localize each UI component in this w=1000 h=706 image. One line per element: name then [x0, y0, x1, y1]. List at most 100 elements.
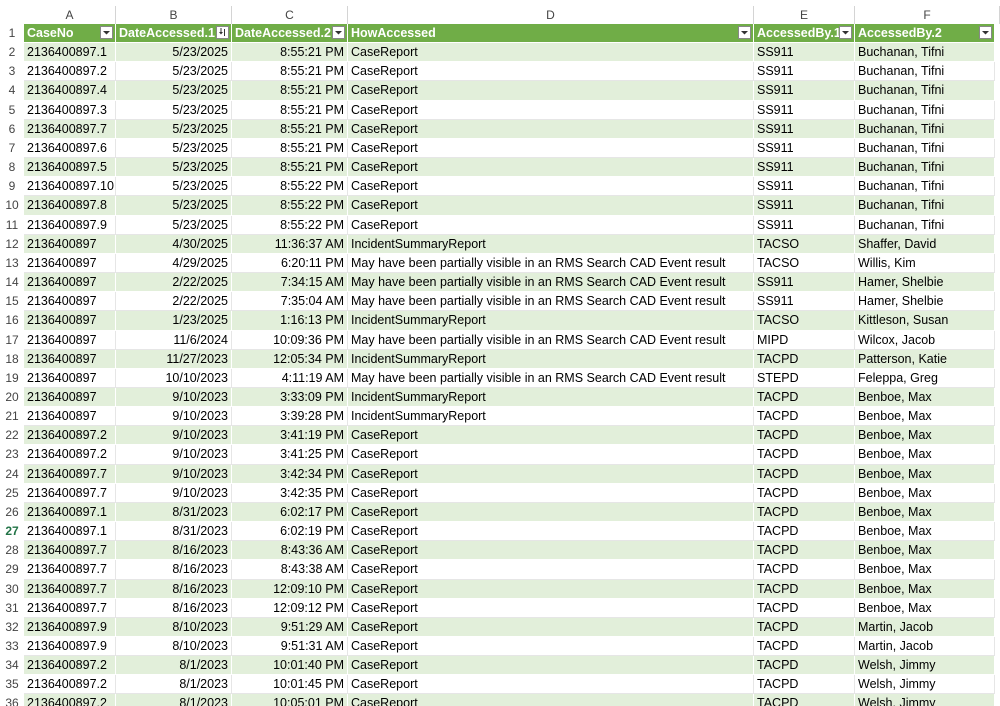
cell-date-accessed-1[interactable]: 9/10/2023 — [116, 445, 232, 465]
cell-how-accessed[interactable]: CaseReport — [348, 656, 754, 676]
row-number[interactable]: 6 — [0, 119, 24, 139]
cell-accessed-by-1[interactable]: SS911 — [754, 119, 855, 139]
cell-caseno[interactable]: 2136400897.3 — [24, 100, 116, 120]
cell-date-accessed-2[interactable]: 1:16:13 PM — [232, 311, 348, 331]
cell-date-accessed-2[interactable]: 4:11:19 AM — [232, 368, 348, 388]
cell-caseno[interactable]: 2136400897 — [24, 368, 116, 388]
cell-date-accessed-2[interactable]: 10:01:40 PM — [232, 656, 348, 676]
cell-caseno[interactable]: 2136400897 — [24, 311, 116, 331]
cell-date-accessed-1[interactable]: 8/1/2023 — [116, 656, 232, 676]
column-header-f[interactable]: F — [855, 6, 1000, 24]
cell-caseno[interactable]: 2136400897.10 — [24, 177, 116, 197]
cell-date-accessed-1[interactable]: 2/22/2025 — [116, 292, 232, 312]
column-header-a[interactable]: A — [24, 6, 116, 24]
cell-caseno[interactable]: 2136400897 — [24, 349, 116, 369]
filter-dropdown-icon[interactable] — [332, 26, 345, 39]
cell-date-accessed-2[interactable]: 6:20:11 PM — [232, 253, 348, 274]
row-number[interactable]: 29 — [0, 560, 24, 580]
row-number[interactable]: 27 — [0, 522, 24, 542]
cell-date-accessed-1[interactable]: 8/31/2023 — [116, 502, 232, 523]
cell-date-accessed-2[interactable]: 8:55:21 PM — [232, 100, 348, 120]
cell-accessed-by-1[interactable]: TACPD — [754, 541, 855, 561]
cell-accessed-by-2[interactable]: Benboe, Max — [855, 522, 995, 542]
cell-how-accessed[interactable]: CaseReport — [348, 158, 754, 178]
cell-date-accessed-1[interactable]: 9/10/2023 — [116, 464, 232, 484]
cell-caseno[interactable]: 2136400897.9 — [24, 617, 116, 637]
cell-accessed-by-2[interactable]: Welsh, Jimmy — [855, 694, 995, 706]
cell-how-accessed[interactable]: CaseReport — [348, 637, 754, 657]
row-number[interactable]: 31 — [0, 598, 24, 618]
header-accessedby-2[interactable]: AccessedBy.2 — [855, 24, 995, 44]
row-number[interactable]: 19 — [0, 368, 24, 388]
cell-date-accessed-2[interactable]: 7:34:15 AM — [232, 273, 348, 293]
cell-how-accessed[interactable]: CaseReport — [348, 464, 754, 484]
cell-caseno[interactable]: 2136400897 — [24, 387, 116, 408]
row-number[interactable]: 14 — [0, 273, 24, 293]
cell-accessed-by-2[interactable]: Buchanan, Tifni — [855, 177, 995, 197]
row-number[interactable]: 3 — [0, 62, 24, 82]
cell-date-accessed-2[interactable]: 6:02:19 PM — [232, 522, 348, 542]
cell-caseno[interactable]: 2136400897 — [24, 292, 116, 312]
filter-dropdown-icon[interactable] — [100, 26, 113, 39]
row-number[interactable]: 35 — [0, 675, 24, 695]
cell-accessed-by-1[interactable]: TACPD — [754, 349, 855, 369]
cell-date-accessed-1[interactable]: 8/10/2023 — [116, 617, 232, 637]
row-number[interactable]: 5 — [0, 100, 24, 120]
cell-date-accessed-2[interactable]: 11:36:37 AM — [232, 234, 348, 254]
cell-date-accessed-1[interactable]: 5/23/2025 — [116, 138, 232, 159]
cell-accessed-by-1[interactable]: SS911 — [754, 81, 855, 101]
cell-how-accessed[interactable]: CaseReport — [348, 598, 754, 618]
cell-accessed-by-1[interactable]: SS911 — [754, 292, 855, 312]
cell-date-accessed-2[interactable]: 3:39:28 PM — [232, 407, 348, 427]
row-number[interactable]: 33 — [0, 637, 24, 657]
row-number[interactable]: 18 — [0, 349, 24, 369]
cell-caseno[interactable]: 2136400897.2 — [24, 656, 116, 676]
cell-date-accessed-2[interactable]: 9:51:31 AM — [232, 637, 348, 657]
cell-date-accessed-1[interactable]: 4/30/2025 — [116, 234, 232, 254]
header-dateaccessed-1[interactable]: DateAccessed.1 — [116, 24, 232, 44]
row-number[interactable]: 15 — [0, 292, 24, 312]
cell-date-accessed-2[interactable]: 8:55:21 PM — [232, 119, 348, 139]
cell-accessed-by-1[interactable]: TACPD — [754, 560, 855, 580]
row-number[interactable]: 34 — [0, 656, 24, 676]
spreadsheet-grid[interactable]: A B C D E F 1 CaseNo DateAccessed.1 Date… — [0, 0, 1000, 706]
cell-how-accessed[interactable]: CaseReport — [348, 483, 754, 503]
cell-date-accessed-1[interactable]: 9/10/2023 — [116, 387, 232, 408]
row-number[interactable]: 28 — [0, 541, 24, 561]
cell-how-accessed[interactable]: CaseReport — [348, 138, 754, 159]
cell-how-accessed[interactable]: IncidentSummaryReport — [348, 311, 754, 331]
cell-date-accessed-2[interactable]: 12:09:12 PM — [232, 598, 348, 618]
cell-accessed-by-1[interactable]: TACPD — [754, 426, 855, 446]
cell-date-accessed-1[interactable]: 8/16/2023 — [116, 560, 232, 580]
cell-accessed-by-2[interactable]: Buchanan, Tifni — [855, 119, 995, 139]
cell-accessed-by-1[interactable]: SS911 — [754, 43, 855, 63]
cell-how-accessed[interactable]: IncidentSummaryReport — [348, 349, 754, 369]
cell-how-accessed[interactable]: IncidentSummaryReport — [348, 407, 754, 427]
cell-caseno[interactable]: 2136400897 — [24, 330, 116, 350]
cell-accessed-by-2[interactable]: Buchanan, Tifni — [855, 43, 995, 63]
cell-date-accessed-2[interactable]: 8:55:21 PM — [232, 62, 348, 82]
cell-date-accessed-1[interactable]: 9/10/2023 — [116, 407, 232, 427]
cell-accessed-by-2[interactable]: Benboe, Max — [855, 387, 995, 408]
cell-accessed-by-1[interactable]: TACPD — [754, 694, 855, 706]
cell-accessed-by-1[interactable]: TACPD — [754, 445, 855, 465]
cell-how-accessed[interactable]: CaseReport — [348, 62, 754, 82]
cell-date-accessed-1[interactable]: 5/23/2025 — [116, 215, 232, 235]
column-header-d[interactable]: D — [348, 6, 754, 24]
cell-how-accessed[interactable]: CaseReport — [348, 675, 754, 695]
cell-date-accessed-1[interactable]: 9/10/2023 — [116, 426, 232, 446]
cell-accessed-by-1[interactable]: SS911 — [754, 138, 855, 159]
cell-how-accessed[interactable]: CaseReport — [348, 560, 754, 580]
row-number[interactable]: 26 — [0, 502, 24, 523]
cell-date-accessed-2[interactable]: 10:05:01 PM — [232, 694, 348, 706]
filter-dropdown-icon[interactable] — [979, 26, 992, 39]
cell-caseno[interactable]: 2136400897.7 — [24, 483, 116, 503]
column-header-b[interactable]: B — [116, 6, 232, 24]
cell-how-accessed[interactable]: CaseReport — [348, 445, 754, 465]
cell-caseno[interactable]: 2136400897.1 — [24, 43, 116, 63]
cell-caseno[interactable]: 2136400897.7 — [24, 598, 116, 618]
row-number[interactable]: 9 — [0, 177, 24, 197]
row-number[interactable]: 11 — [0, 215, 24, 235]
cell-accessed-by-1[interactable]: TACPD — [754, 522, 855, 542]
cell-accessed-by-1[interactable]: SS911 — [754, 177, 855, 197]
